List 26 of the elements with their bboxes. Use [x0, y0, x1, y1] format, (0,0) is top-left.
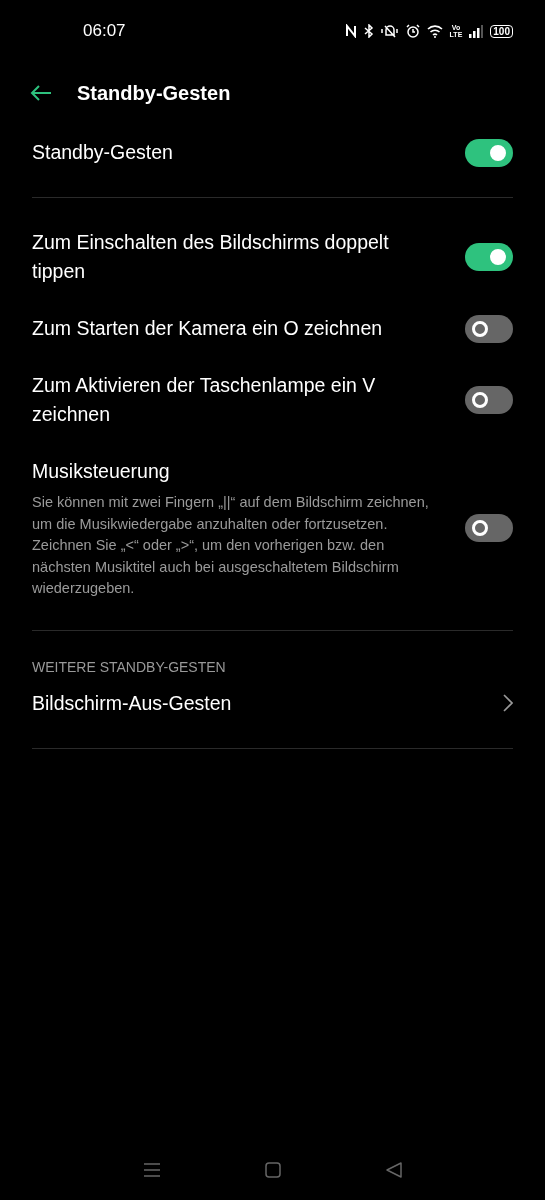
bluetooth-icon — [363, 24, 374, 38]
setting-label: Standby-Gesten — [32, 140, 173, 165]
wifi-icon — [426, 24, 443, 38]
toggle-switch[interactable] — [465, 243, 513, 271]
toggle-switch[interactable] — [465, 514, 513, 543]
toggle-switch[interactable] — [465, 386, 513, 414]
signal-icon — [469, 24, 484, 38]
battery-level: 100 — [490, 24, 513, 38]
home-square-icon[interactable] — [264, 1162, 281, 1178]
back-arrow-icon[interactable] — [30, 85, 52, 101]
toggle-switch[interactable] — [465, 314, 513, 343]
toggle-switch[interactable] — [465, 138, 513, 167]
setting-label: Zum Starten der Kamera ein O zeichnen — [32, 316, 383, 341]
muted-bell-icon — [380, 24, 399, 38]
setting-description: Sie können mit zwei Fingern „||“ auf dem Bildschirm zeichnen, um die Musikwiedergabe anzuhalten oder fortzusetzen. Zeichnen Sie „<“ oder „>“, um den vorherigen bzw. den nächsten Musiktitel auch bei ausgeschaltetem Bildschirm wiederzugeben. — [32, 493, 430, 598]
chevron-right-icon[interactable] — [503, 694, 513, 712]
nfc-icon — [344, 24, 357, 38]
setting-label: Zum Einschalten des Bildschirms doppelt tippen — [32, 230, 390, 284]
alarm-icon — [405, 24, 420, 38]
setting-label: Bildschirm-Aus-Gesten — [32, 690, 232, 716]
section-heading: WEITERE STANDBY-GESTEN — [32, 657, 227, 675]
setting-label: Zum Aktivieren der Taschenlampe ein V zeichnen — [32, 373, 377, 427]
back-triangle-icon[interactable] — [385, 1162, 402, 1178]
setting-label: Musiksteuerung — [32, 459, 171, 484]
page-title: Standby-Gesten — [77, 81, 231, 105]
status-time: 06:07 — [83, 21, 126, 41]
